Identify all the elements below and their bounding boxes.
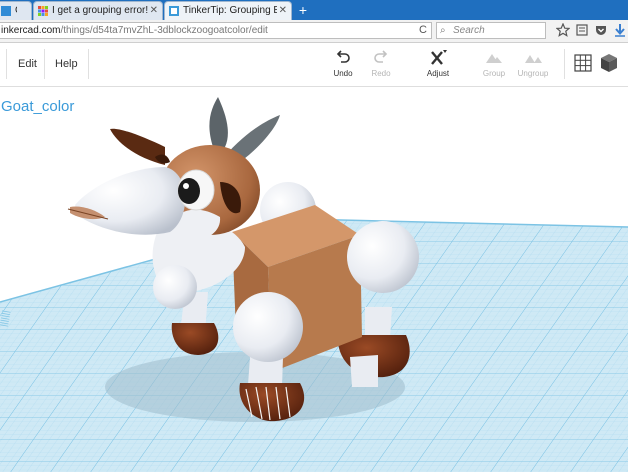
design-title[interactable]: Goat_color bbox=[1, 98, 74, 115]
reload-icon[interactable]: C bbox=[419, 23, 427, 38]
pocket-icon[interactable] bbox=[594, 23, 608, 37]
address-bar[interactable]: inkercad.com/things/d54ta7mvZhL-3dblockz… bbox=[0, 22, 432, 39]
workplane-grid-icon[interactable] bbox=[574, 54, 592, 72]
tab-title: Go... bbox=[15, 2, 17, 20]
ungroup-label: Ungroup bbox=[517, 69, 549, 78]
workplane-viewport[interactable]: ||||||| Goat_color bbox=[0, 87, 628, 472]
edit-menu[interactable]: Edit bbox=[18, 58, 37, 70]
search-field[interactable]: ⌕ Search bbox=[436, 22, 546, 39]
app-toolbar: Edit Help Undo Redo Adjust Group Ungroup bbox=[0, 43, 628, 87]
adjust-label: Adjust bbox=[426, 69, 450, 78]
undo-icon bbox=[336, 50, 350, 63]
browser-tab-2[interactable]: I get a grouping error! Wh... ✕ bbox=[33, 1, 163, 20]
toolbar-divider bbox=[44, 49, 45, 79]
adjust-icon bbox=[431, 50, 447, 65]
workplane-canvas[interactable]: ||||||| bbox=[0, 87, 628, 472]
search-icon: ⌕ bbox=[440, 25, 446, 36]
browser-tab-strip: Go... I get a grouping error! Wh... ✕ Ti… bbox=[0, 0, 628, 20]
goat-shoulder-sphere-front bbox=[233, 292, 303, 362]
adjust-button[interactable]: Adjust bbox=[415, 49, 461, 83]
browser-nav-bar: inkercad.com/things/d54ta7mvZhL-3dblockz… bbox=[0, 20, 628, 43]
redo-label: Redo bbox=[371, 69, 391, 78]
redo-icon bbox=[374, 50, 388, 63]
toolbar-divider bbox=[6, 49, 7, 79]
url-path: /things/d54ta7mvZhL-3dblockzoogoatcolor/… bbox=[60, 25, 268, 36]
help-menu[interactable]: Help bbox=[55, 58, 78, 70]
close-tab-icon[interactable]: ✕ bbox=[150, 2, 158, 20]
reading-list-icon[interactable] bbox=[575, 23, 589, 37]
toolbar-divider bbox=[88, 49, 89, 79]
goat-hip-sphere bbox=[347, 221, 419, 293]
new-tab-button[interactable]: + bbox=[296, 2, 310, 18]
star-icon[interactable] bbox=[556, 23, 570, 37]
goat-horn-left bbox=[209, 97, 228, 147]
goat-front-leg-right bbox=[350, 355, 378, 387]
goat-pupil-left bbox=[178, 178, 200, 204]
group-icon bbox=[486, 54, 502, 63]
browser-tab-1[interactable]: Go... bbox=[0, 1, 32, 20]
goat-chest-sphere bbox=[153, 265, 197, 309]
close-tab-icon[interactable]: ✕ bbox=[279, 2, 287, 20]
view-cube-icon[interactable] bbox=[600, 53, 618, 73]
goat-snout bbox=[75, 167, 186, 235]
tinkertip-favicon-icon bbox=[169, 6, 179, 16]
url-host: inkercad.com bbox=[1, 25, 61, 36]
goat-back-leg-right bbox=[365, 307, 392, 339]
redo-button[interactable]: Redo bbox=[358, 49, 404, 83]
tab-title: TinkerTip: Grouping Errors... bbox=[183, 5, 277, 16]
download-icon[interactable] bbox=[613, 23, 627, 37]
tinkercad-favicon-icon bbox=[1, 6, 11, 16]
tab-title: I get a grouping error! Wh... bbox=[52, 5, 148, 16]
ungroup-button[interactable]: Ungroup bbox=[510, 49, 556, 83]
goat-eye-highlight bbox=[183, 183, 189, 189]
browser-tab-3[interactable]: TinkerTip: Grouping Errors... ✕ bbox=[164, 1, 292, 20]
search-placeholder: Search bbox=[453, 25, 485, 36]
tinkercad-logo-icon bbox=[38, 6, 48, 16]
toolbar-divider bbox=[564, 49, 565, 79]
ungroup-icon bbox=[525, 55, 542, 63]
